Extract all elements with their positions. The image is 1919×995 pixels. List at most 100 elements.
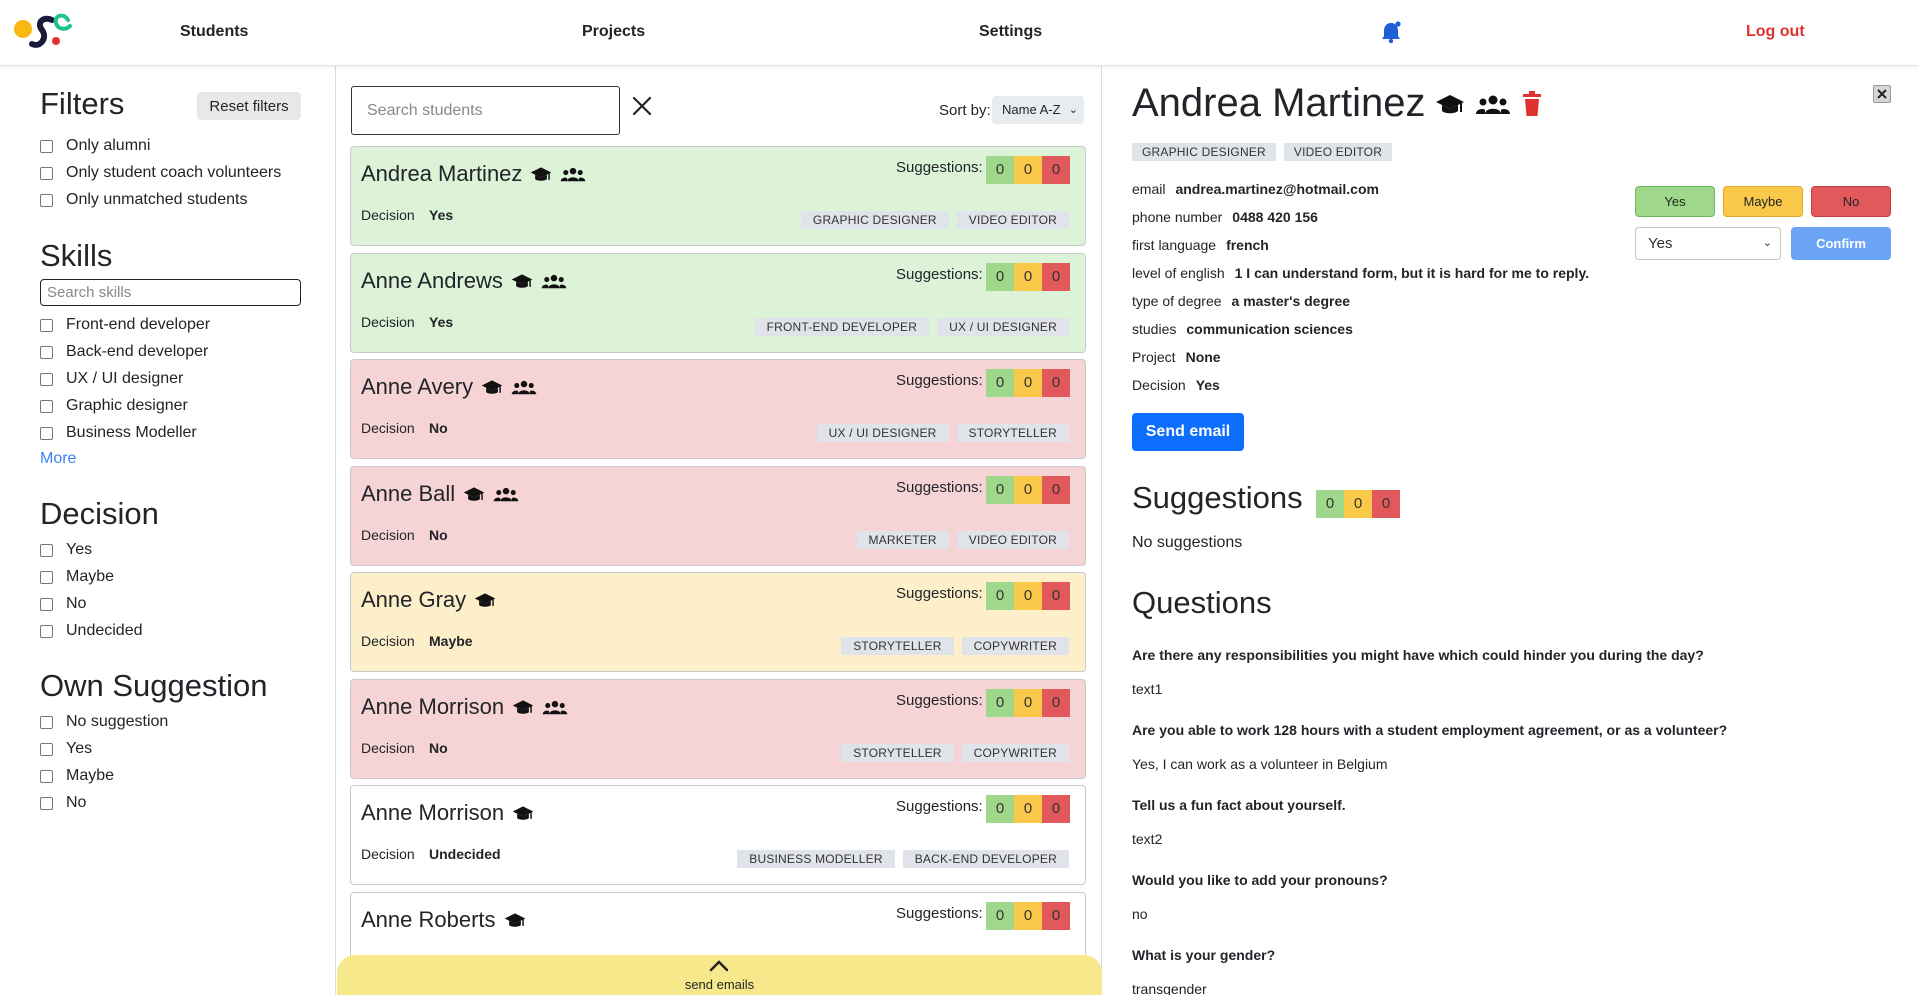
- reset-filters-button[interactable]: Reset filters: [197, 92, 301, 120]
- checkbox[interactable]: [40, 715, 53, 729]
- top-navbar: Students Projects Settings Log out: [0, 0, 1919, 66]
- skills-search-input[interactable]: Search skills: [40, 279, 301, 306]
- checkbox[interactable]: [40, 624, 53, 638]
- student-card[interactable]: Anne Andrews Decision Yes Suggestions: 0 0 0 FR…: [350, 252, 1086, 353]
- decision-value: No: [429, 739, 448, 756]
- notification-bell-icon[interactable]: [1380, 20, 1402, 44]
- info-value: french: [1226, 237, 1269, 253]
- suggest-yes-button[interactable]: Yes: [1635, 186, 1715, 217]
- student-name: Anne Ball: [361, 480, 456, 506]
- suggestion-counts: 000: [986, 475, 1070, 504]
- nav-settings[interactable]: Settings: [979, 23, 1042, 41]
- filter-decision-yes[interactable]: Yes: [40, 541, 92, 559]
- question: Tell us a fun fact about yourself.: [1132, 797, 1346, 813]
- student-card[interactable]: Anne Morrison Decision Undecided Suggestion…: [350, 785, 1086, 885]
- filter-skill-business[interactable]: Business Modeller: [40, 424, 197, 442]
- filter-skill-backend[interactable]: Back-end developer: [40, 343, 208, 361]
- search-students-input[interactable]: Search students: [351, 86, 620, 135]
- student-card[interactable]: Andrea Martinez Decision Yes Suggestions: 0 0…: [350, 146, 1086, 246]
- filter-own-maybe[interactable]: Maybe: [40, 767, 114, 785]
- suggestions-label: Suggestions:: [896, 798, 983, 815]
- checkbox[interactable]: [40, 742, 53, 756]
- checkbox[interactable]: [40, 193, 53, 207]
- student-skill-tags: BUSINESS MODELLER BACK-END DEVELOPER: [737, 850, 1069, 868]
- filter-decision-no[interactable]: No: [40, 595, 86, 613]
- send-emails-bar[interactable]: send emails: [337, 955, 1102, 995]
- trash-icon[interactable]: [1521, 90, 1543, 117]
- suggest-maybe-button[interactable]: Maybe: [1723, 186, 1803, 217]
- filter-skill-frontend[interactable]: Front-end developer: [40, 316, 210, 334]
- filter-own-no[interactable]: No: [40, 794, 86, 812]
- filter-skill-graphic[interactable]: Graphic designer: [40, 397, 188, 415]
- student-card[interactable]: Anne Ball Decision No Suggestions: 0 0 0 MARKET…: [350, 465, 1086, 566]
- student-card[interactable]: Anne Gray Decision Maybe Suggestions: 0 0 0 STO…: [350, 572, 1086, 672]
- student-skill-tags: STORYTELLER COPYWRITER: [841, 743, 1069, 762]
- checkbox[interactable]: [40, 139, 53, 153]
- answer: Yes, I can work as a volunteer in Belgiu…: [1132, 756, 1388, 772]
- filter-only-alumni[interactable]: Only alumni: [40, 137, 150, 155]
- send-email-button[interactable]: Send email: [1132, 413, 1244, 451]
- checkbox[interactable]: [40, 166, 53, 180]
- filter-own-yes[interactable]: Yes: [40, 740, 92, 758]
- student-card[interactable]: Anne Morrison Decision No Suggestions: 0 0 0 ST…: [350, 678, 1086, 779]
- logout-link[interactable]: Log out: [1746, 23, 1805, 41]
- decision-value: Yes: [429, 207, 454, 223]
- checkbox[interactable]: [40, 570, 53, 584]
- close-detail-button[interactable]: [1873, 85, 1891, 103]
- nav-students[interactable]: Students: [180, 23, 248, 41]
- decision-label: Decision: [361, 526, 415, 543]
- yes-count: 0: [986, 901, 1014, 930]
- student-name-heading: Andrea Martinez: [1132, 81, 1543, 126]
- checkbox[interactable]: [40, 769, 53, 783]
- checkbox[interactable]: [40, 372, 53, 386]
- suggest-no-button[interactable]: No: [1811, 186, 1891, 217]
- student-list-panel: Search students Sort by: Name A-Z ⌄ Andr…: [337, 66, 1102, 995]
- clear-search-icon[interactable]: [629, 93, 655, 119]
- info-value: 0488 420 156: [1232, 209, 1318, 225]
- no-count: 0: [1042, 688, 1070, 717]
- nav-projects[interactable]: Projects: [582, 23, 645, 41]
- checkbox[interactable]: [40, 796, 53, 810]
- sort-select[interactable]: Name A-Z ⌄: [992, 96, 1084, 124]
- decision-value: No: [429, 420, 448, 436]
- graduation-cap-icon: [463, 486, 485, 501]
- student-name: Anne Morrison: [361, 800, 505, 825]
- more-skills-link[interactable]: More: [40, 450, 76, 468]
- decision-select[interactable]: Yes ⌄: [1635, 227, 1781, 260]
- yes-count: 0: [1316, 490, 1344, 518]
- filter-only-unmatched[interactable]: Only unmatched students: [40, 191, 247, 209]
- filters-panel: Filters Reset filters Only alumni Only s…: [0, 66, 336, 995]
- suggestion-counts: 000: [986, 688, 1070, 717]
- checkbox-label: Maybe: [66, 767, 115, 784]
- suggestions-label: Suggestions:: [896, 904, 983, 922]
- student-card-name: Anne Morrison: [361, 800, 534, 826]
- checkbox-label: Yes: [66, 740, 93, 757]
- yes-count: 0: [986, 156, 1014, 184]
- checkbox[interactable]: [40, 318, 53, 332]
- checkbox[interactable]: [40, 597, 53, 611]
- filter-skill-uxui[interactable]: UX / UI designer: [40, 370, 183, 388]
- filter-decision-undecided[interactable]: Undecided: [40, 622, 143, 640]
- checkbox[interactable]: [40, 399, 53, 413]
- suggestions-label: Suggestions:: [896, 372, 983, 389]
- no-count: 0: [1042, 262, 1070, 291]
- filter-decision-maybe[interactable]: Maybe: [40, 568, 114, 586]
- filter-only-coach-volunteers[interactable]: Only student coach volunteers: [40, 164, 281, 182]
- decision-label: Decision: [361, 420, 415, 436]
- skill-tag: VIDEO EDITOR: [956, 211, 1069, 229]
- checkbox[interactable]: [40, 345, 53, 359]
- answer: text1: [1132, 681, 1163, 697]
- student-skill-tags: MARKETER VIDEO EDITOR: [856, 530, 1069, 549]
- checkbox[interactable]: [40, 543, 53, 557]
- osoc-logo[interactable]: [10, 8, 80, 60]
- confirm-button[interactable]: Confirm: [1791, 227, 1891, 260]
- yes-count: 0: [986, 475, 1014, 504]
- filter-own-none[interactable]: No suggestion: [40, 713, 168, 731]
- info-studies: studies communication sciences: [1132, 321, 1353, 337]
- info-email: email andrea.martinez@hotmail.com: [1132, 181, 1379, 197]
- checkbox-label: No: [66, 794, 87, 811]
- no-count: 0: [1372, 490, 1400, 518]
- checkbox[interactable]: [40, 426, 53, 440]
- student-card[interactable]: Anne Avery Decision No Suggestions: 0 0 0 UX / …: [350, 359, 1086, 459]
- skill-tag: GRAPHIC DESIGNER: [1132, 143, 1276, 161]
